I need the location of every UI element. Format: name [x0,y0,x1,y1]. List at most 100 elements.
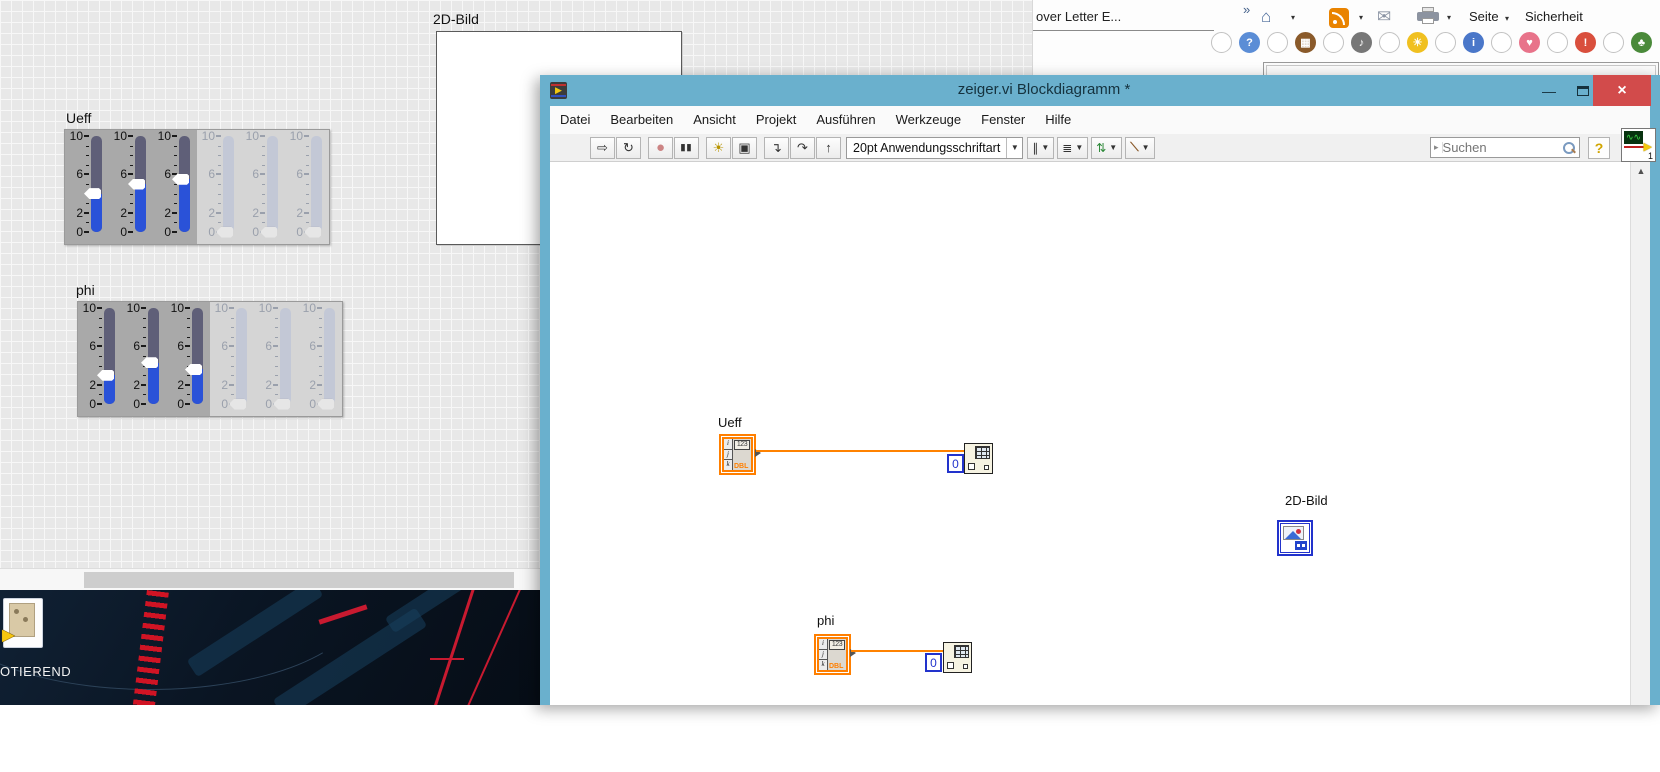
block-diagram-canvas[interactable]: Ueff ijk 123 DBL 0 phi i j k 123 DBL 0 2… [550,162,1650,705]
vertical-slider[interactable]: 10 6 2 0 [153,129,197,244]
vertical-slider[interactable]: 10 6 2 0 [166,301,210,416]
blank-circle-icon[interactable] [1211,32,1232,53]
menu-item-datei[interactable]: Datei [550,106,600,134]
slider-track[interactable] [148,308,159,404]
slider-handle[interactable] [216,226,233,238]
slider-track[interactable] [267,136,278,232]
safety-menu[interactable]: Sicherheit [1525,9,1583,24]
vertical-slider[interactable]: 10 6 2 0 [241,129,285,244]
vertical-slider[interactable]: 10 6 2 0 [254,301,298,416]
slider-handle[interactable] [128,178,145,190]
browser-tab[interactable]: over Letter E... [1036,9,1121,24]
page-menu[interactable]: Seite [1469,9,1499,24]
mail-icon[interactable]: ✉ [1377,7,1391,27]
phi-wire[interactable] [851,650,943,652]
close-button[interactable]: × [1593,75,1651,106]
window-titlebar[interactable]: ▶ zeiger.vi Blockdiagramm * — × [540,75,1660,106]
menu-item-bearbeiten[interactable]: Bearbeiten [600,106,683,134]
font-selector-arrow[interactable]: ▼ [1006,137,1022,158]
slider-handle[interactable] [229,398,246,410]
ueff-index-constant[interactable]: 0 [947,454,964,473]
run-button[interactable]: ⇨ [590,136,615,159]
slider-handle[interactable] [97,369,114,381]
retain-wire-values-button[interactable]: ▣ [732,136,757,159]
ueff-index-array-node[interactable] [964,443,993,474]
slider-track[interactable] [280,308,291,404]
page-menu-arrow[interactable]: ▾ [1505,14,1509,23]
bild-picture-terminal[interactable] [1277,520,1313,556]
vertical-slider[interactable]: 10 6 2 0 [285,129,329,244]
menu-item-ansicht[interactable]: Ansicht [683,106,746,134]
ueff-terminal-label[interactable]: Ueff [718,415,742,430]
minimize-button[interactable]: — [1532,75,1566,106]
blank-circle-icon[interactable] [1323,32,1344,53]
picture-circle-icon[interactable]: ▦ [1295,32,1316,53]
menu-item-hilfe[interactable]: Hilfe [1035,106,1081,134]
slider-handle[interactable] [84,188,101,200]
vi-file-icon[interactable]: ▶ [2,598,43,648]
blank-circle-icon[interactable] [1435,32,1456,53]
diagram-vertical-scrollbar[interactable]: ▲ [1630,162,1650,705]
reorder-dropdown[interactable]: ⇅ ▼ [1091,136,1123,159]
scrollbar-thumb[interactable] [84,572,514,588]
menu-item-projekt[interactable]: Projekt [746,106,806,134]
slider-track[interactable] [104,308,115,404]
blank-circle-icon[interactable] [1603,32,1624,53]
step-into-button[interactable]: ↴ [764,136,789,159]
slider-track[interactable] [223,136,234,232]
blank-circle-icon[interactable] [1267,32,1288,53]
font-selector[interactable]: 20pt Anwendungsschriftart ▼ [846,136,1024,159]
slider-track[interactable] [236,308,247,404]
blank-circle-icon[interactable] [1547,32,1568,53]
vertical-slider[interactable]: 10 6 2 0 [298,301,342,416]
run-continuous-button[interactable]: ↻ [616,136,641,159]
context-help-button[interactable]: ? [1588,136,1610,159]
menu-item-fenster[interactable]: Fenster [971,106,1035,134]
alert-circle-icon[interactable]: ! [1575,32,1596,53]
menu-item-ausführen[interactable]: Ausführen [806,106,885,134]
slider-handle[interactable] [260,226,277,238]
step-over-button[interactable]: ↷ [790,136,815,159]
rss-icon[interactable] [1329,8,1349,28]
phi-terminal-label[interactable]: phi [817,613,834,628]
slider-handle[interactable] [273,398,290,410]
magnifier-icon[interactable] [1563,141,1575,154]
pause-button[interactable]: ▮▮ [674,136,699,159]
rss-dropdown-arrow[interactable]: ▾ [1359,13,1363,22]
printer-dropdown-arrow[interactable]: ▾ [1447,13,1451,22]
cleanup-dropdown[interactable]: ⟍ ▼ [1125,136,1155,159]
heart-circle-icon[interactable]: ♥ [1519,32,1540,53]
highlight-execution-button[interactable]: ☀ [706,136,731,159]
distribute-objects-dropdown[interactable]: ≣ ▼ [1057,136,1089,159]
slider-handle[interactable] [317,398,334,410]
phi-index-array-node[interactable] [943,642,972,673]
vertical-slider[interactable]: 10 6 2 0 [122,301,166,416]
ueff-array-terminal[interactable]: ijk 123 DBL [719,434,761,475]
vi-corner-icon[interactable]: ∿∿ ▶ 1 [1621,128,1656,162]
scroll-up-arrow[interactable]: ▲ [1631,166,1650,176]
bild-terminal-label[interactable]: 2D-Bild [1285,493,1328,508]
slider-track[interactable] [324,308,335,404]
slider-track[interactable] [192,308,203,404]
printer-icon[interactable] [1417,7,1439,25]
vertical-slider[interactable]: 10 6 2 0 [197,129,241,244]
bulb-circle-icon[interactable]: ☀ [1407,32,1428,53]
info-circle-icon[interactable]: i [1463,32,1484,53]
vertical-slider[interactable]: 10 6 2 0 [109,129,153,244]
leaf-circle-icon[interactable]: ♣ [1631,32,1652,53]
search-input[interactable] [1442,140,1563,155]
home-icon[interactable]: ⌂ [1261,7,1271,27]
blank-circle-icon[interactable] [1491,32,1512,53]
align-objects-dropdown[interactable]: ∥ ▼ [1027,136,1055,159]
front-panel-horizontal-scrollbar[interactable] [0,568,540,590]
phi-index-constant[interactable]: 0 [925,653,942,672]
slider-track[interactable] [91,136,102,232]
abort-button[interactable]: ● [648,136,673,159]
slider-handle[interactable] [304,226,321,238]
music-circle-icon[interactable]: ♪ [1351,32,1372,53]
step-out-button[interactable]: ↑ [816,136,841,159]
overflow-chevron[interactable]: » [1243,2,1250,17]
phi-array-terminal[interactable]: ijk 123 DBL [814,634,856,675]
ueff-wire[interactable] [756,450,964,452]
blank-circle-icon[interactable] [1379,32,1400,53]
